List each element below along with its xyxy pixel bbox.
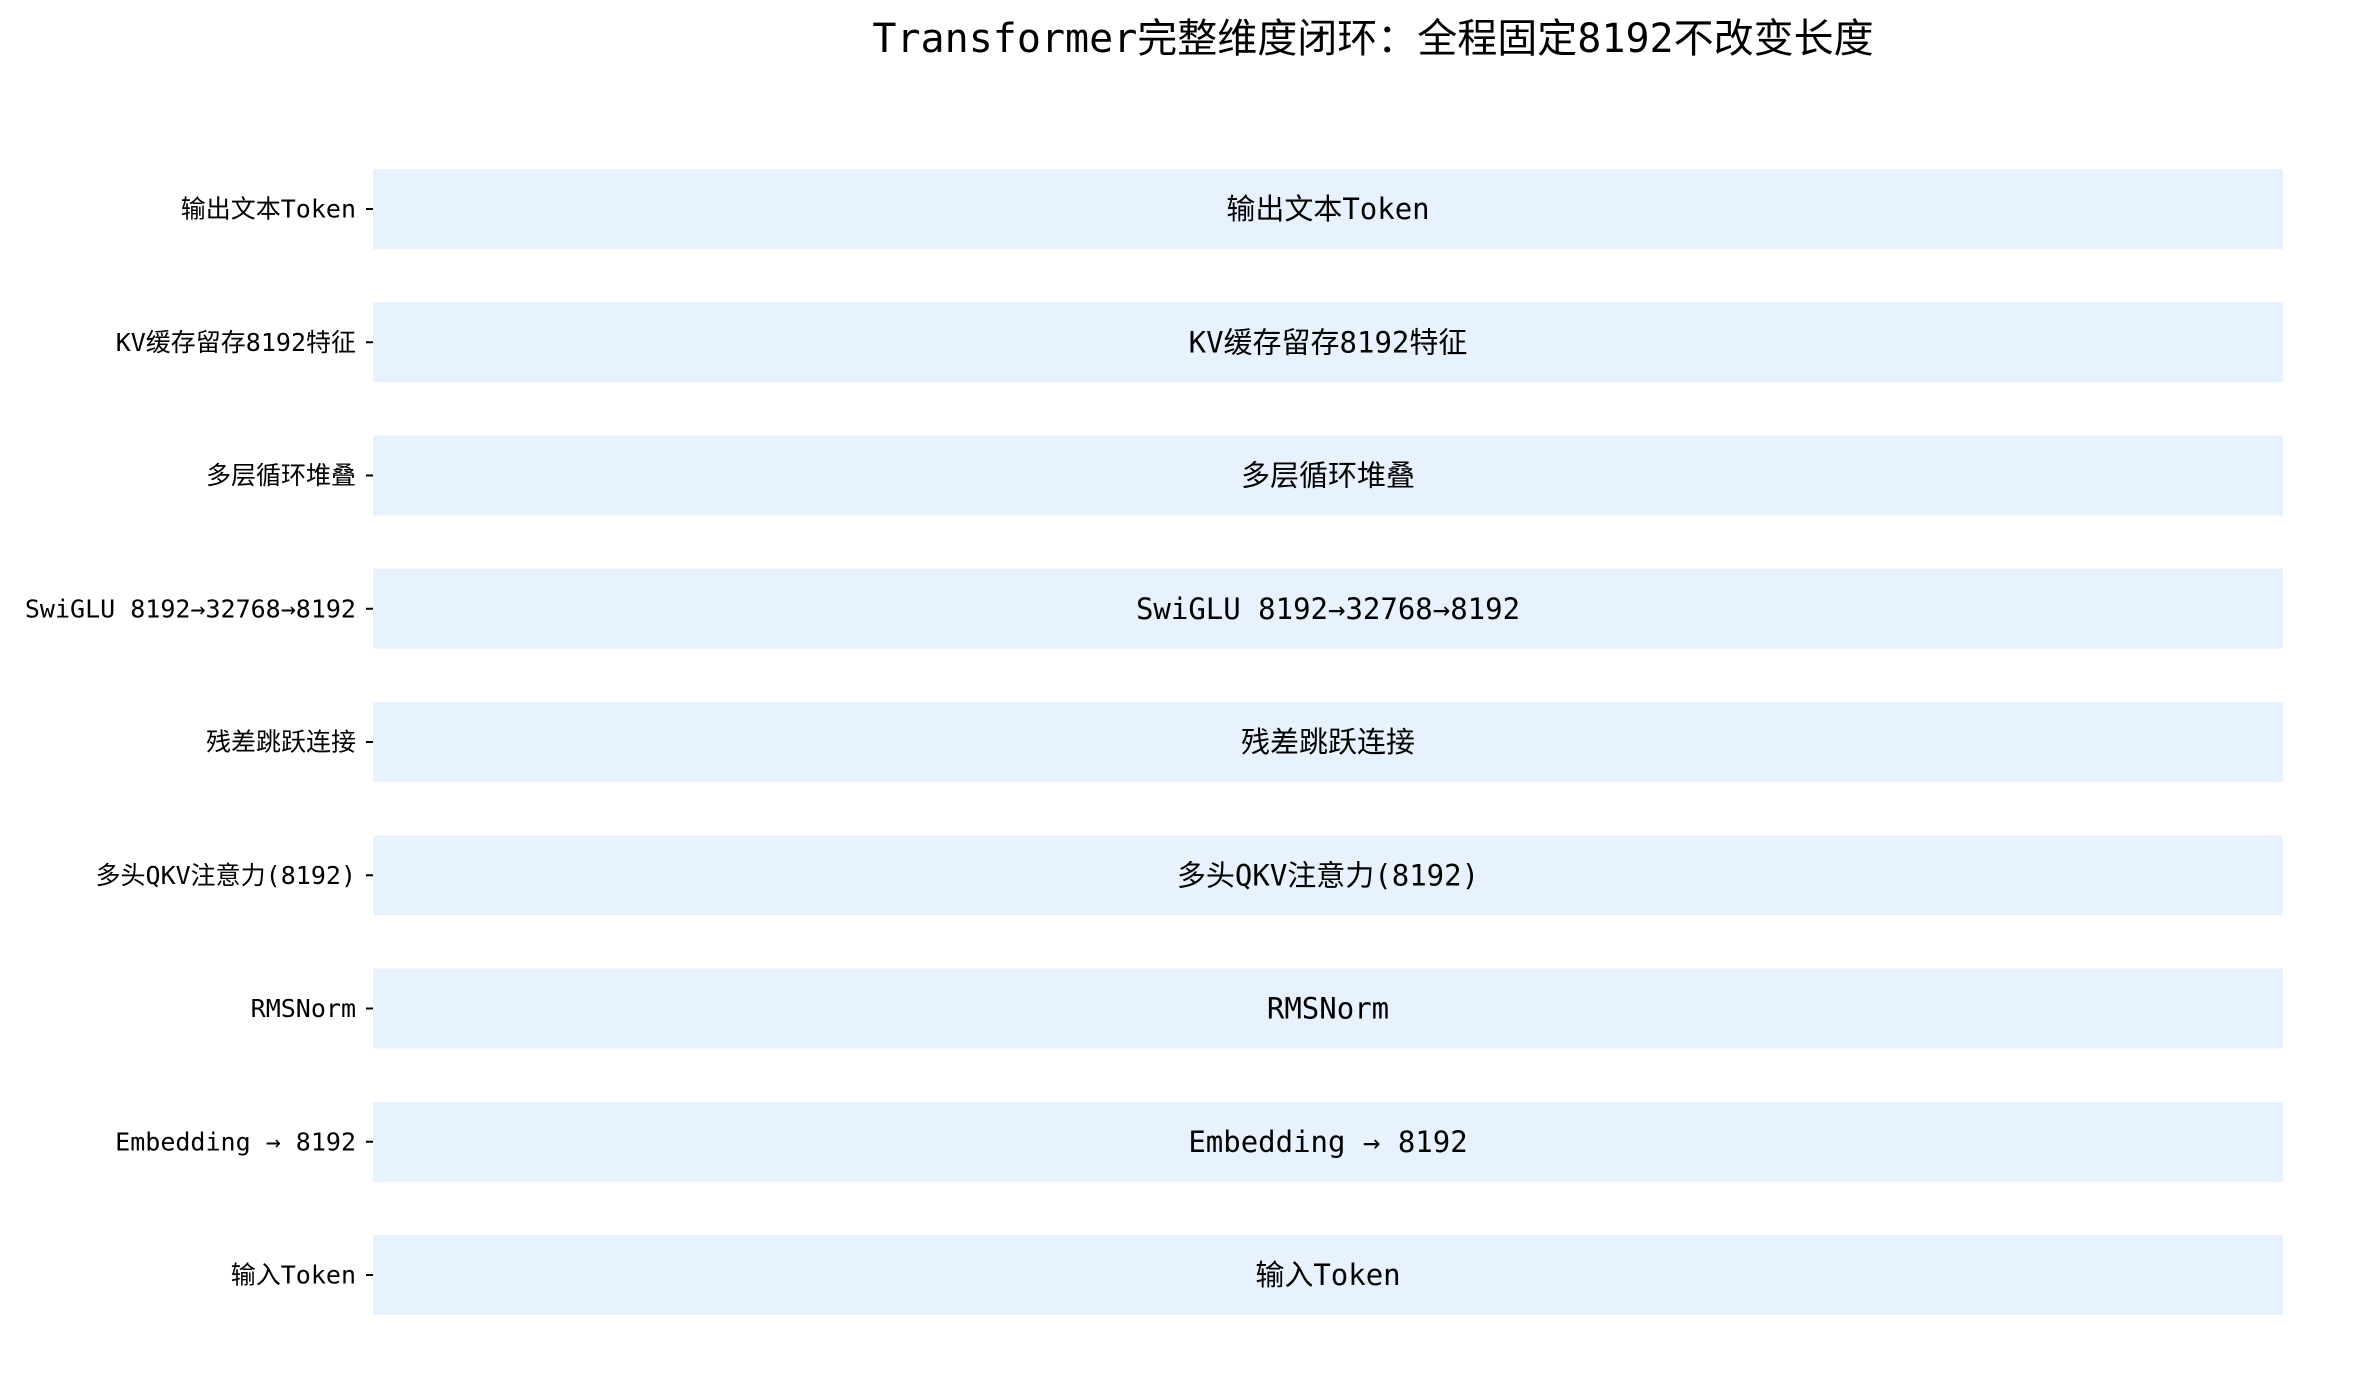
y-tick-label: SwiGLU 8192→32768→8192	[25, 594, 356, 623]
y-tick-label: 输出文本Token	[181, 195, 356, 224]
bar-label: RMSNorm	[1267, 992, 1389, 1026]
bar-label: 输入Token	[1255, 1258, 1400, 1292]
y-tick-label: 输入Token	[231, 1261, 356, 1290]
y-axis-tick-labels: 输入Token Embedding → 8192 RMSNorm 多头QKV注意力(8…	[25, 195, 356, 1290]
y-tick-label: KV缓存留存8192特征	[116, 328, 356, 357]
y-tick-label: RMSNorm	[251, 994, 356, 1023]
chart-title: Transformer完整维度闭环：全程固定8192不改变长度	[872, 16, 1873, 62]
y-tick-label: 多头QKV注意力(8192)	[96, 861, 356, 890]
y-tick-label: 残差跳跃连接	[206, 728, 356, 757]
bar-label: 多头QKV注意力(8192)	[1177, 858, 1479, 892]
bar-label: KV缓存留存8192特征	[1189, 325, 1468, 359]
y-axis-ticks	[366, 208, 373, 1276]
bar-label: 多层循环堆叠	[1241, 459, 1415, 493]
bar-label: 残差跳跃连接	[1241, 725, 1415, 759]
bar-label: Embedding → 8192	[1188, 1125, 1467, 1159]
bar-label: 输出文本Token	[1226, 192, 1429, 226]
y-tick-label: Embedding → 8192	[115, 1127, 356, 1156]
y-tick-label: 多层循环堆叠	[206, 461, 356, 490]
bar-label: SwiGLU 8192→32768→8192	[1136, 592, 1520, 626]
flow-chart: Transformer完整维度闭环：全程固定8192不改变长度 输入Token E…	[25, 16, 2283, 1315]
